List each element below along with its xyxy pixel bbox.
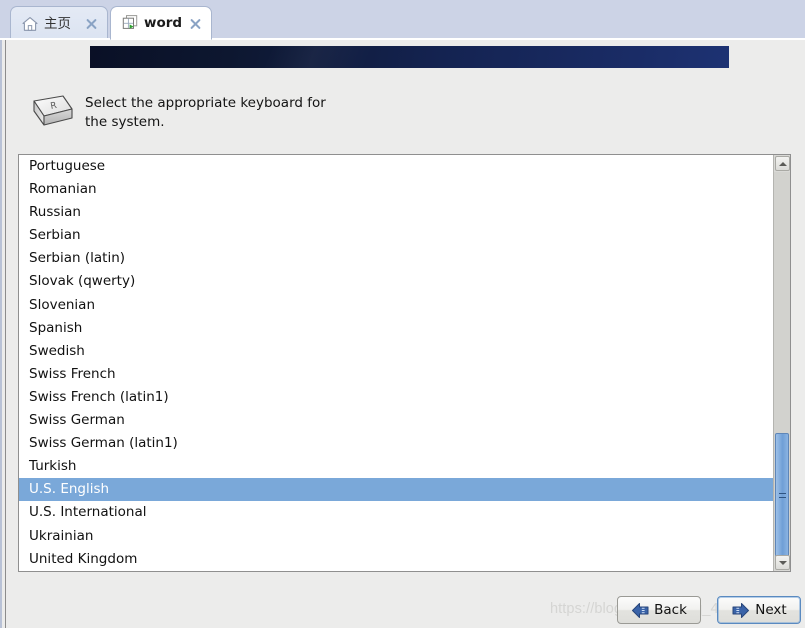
list-item[interactable]: Swiss French: [19, 363, 773, 386]
keyboard-layout-list[interactable]: Portuguese Romanian Russian Serbian Serb…: [19, 155, 773, 571]
scrollbar-grip-line: [778, 496, 786, 498]
tab-word-label: word: [144, 15, 183, 31]
list-item[interactable]: Swedish: [19, 340, 773, 363]
list-item[interactable]: Spanish: [19, 317, 773, 340]
scrollbar-track[interactable]: [774, 172, 790, 557]
list-item[interactable]: Swiss French (latin1): [19, 386, 773, 409]
list-item[interactable]: U.S. International: [19, 501, 773, 524]
scrollbar-grip-line: [778, 492, 786, 494]
list-item[interactable]: Swiss German: [19, 409, 773, 432]
scroll-up-arrow: [778, 161, 787, 166]
tab-home[interactable]: 主页: [10, 6, 108, 40]
page-header-text: Select the appropriate keyboard for the …: [85, 95, 326, 130]
list-item[interactable]: Turkish: [19, 455, 773, 478]
home-icon: [21, 15, 39, 33]
scroll-down-arrow: [778, 560, 787, 565]
installer-banner: [90, 46, 729, 68]
next-button[interactable]: Next: [717, 596, 801, 624]
installer-window: R Select the appropriate keyboard for th…: [0, 40, 805, 628]
list-item[interactable]: Romanian: [19, 178, 773, 201]
list-item[interactable]: Swiss German (latin1): [19, 432, 773, 455]
scrollbar-thumb[interactable]: [775, 433, 789, 557]
app-window-play-icon: [121, 14, 139, 32]
list-item[interactable]: Slovenian: [19, 294, 773, 317]
list-item[interactable]: Serbian (latin): [19, 247, 773, 270]
vertical-scrollbar[interactable]: [773, 155, 790, 571]
next-button-label: Next: [755, 602, 787, 618]
chevron-down-icon[interactable]: [775, 555, 790, 570]
list-item[interactable]: Slovak (qwerty): [19, 270, 773, 293]
chevron-up-icon[interactable]: [775, 156, 790, 171]
tab-word[interactable]: word: [110, 6, 212, 40]
close-icon[interactable]: [84, 16, 99, 31]
list-item[interactable]: Portuguese: [19, 155, 773, 178]
list-item[interactable]: Russian: [19, 201, 773, 224]
back-button-label: Back: [654, 602, 687, 618]
arrow-right-icon: [732, 602, 750, 618]
back-button[interactable]: Back: [617, 596, 701, 624]
browser-tab-strip: 主页 word: [0, 0, 805, 40]
list-item[interactable]: Ukrainian: [19, 525, 773, 548]
list-item-selected[interactable]: U.S. English: [19, 478, 773, 502]
keyboard-keycap-icon: R: [22, 92, 74, 136]
keyboard-layout-listbox[interactable]: Portuguese Romanian Russian Serbian Serb…: [18, 154, 791, 572]
list-item[interactable]: Serbian: [19, 224, 773, 247]
tab-home-label: 主页: [44, 15, 71, 32]
close-icon[interactable]: [188, 16, 203, 31]
list-item[interactable]: United Kingdom: [19, 548, 773, 571]
banner-highlight: [90, 46, 729, 68]
page-header: R Select the appropriate keyboard for th…: [22, 88, 422, 140]
arrow-left-icon: [632, 602, 649, 618]
